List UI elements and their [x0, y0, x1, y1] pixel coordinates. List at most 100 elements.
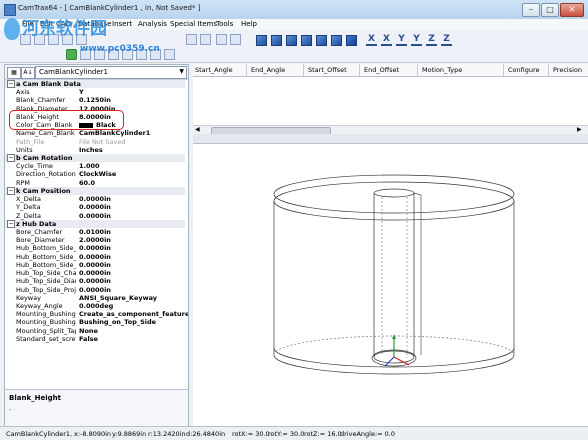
categorized-button[interactable]: ▦ — [7, 67, 21, 79]
settings-icon[interactable] — [230, 34, 241, 45]
column-configure[interactable]: Configure — [508, 66, 540, 74]
property-row[interactable]: Hub_Top_Side_Diame0.0000in — [5, 277, 185, 285]
segment-grid-body[interactable] — [193, 77, 588, 125]
axis-x-neg-icon[interactable]: X — [381, 34, 392, 46]
property-row[interactable]: Mounting_Split_TaperNone — [5, 327, 185, 335]
property-row[interactable]: Keyway ANSI_Square_Keyway — [5, 294, 185, 302]
minimize-button[interactable]: – — [522, 3, 540, 17]
property-row[interactable]: Z_Delta 0.0000in — [5, 212, 185, 220]
axis-y-neg-icon[interactable]: Y — [411, 34, 422, 46]
property-value[interactable]: 0.0000in — [79, 269, 111, 277]
axis-z-neg-icon[interactable]: Z — [441, 34, 452, 46]
property-value[interactable]: 0.0000in — [79, 212, 111, 220]
tool-icon[interactable] — [186, 34, 197, 45]
property-row[interactable]: Y_Delta 0.0000in — [5, 203, 185, 211]
property-row[interactable]: Cycle_Time 1.000 — [5, 162, 185, 170]
category-row[interactable]: − b Cam Rotation — [5, 153, 185, 163]
property-row[interactable]: Blank_Chamfer 0.1250in — [5, 96, 185, 104]
column-start-angle[interactable]: Start_Angle — [195, 66, 233, 74]
property-row[interactable]: Units Inches — [5, 146, 185, 154]
view-cube-icon[interactable] — [316, 35, 327, 46]
property-value[interactable]: Y — [79, 88, 84, 96]
menu-analysis[interactable]: Analysis — [138, 20, 167, 28]
property-value[interactable]: 0.0000in — [79, 253, 111, 261]
column-end-offset[interactable]: End_Offset — [364, 66, 399, 74]
property-value[interactable]: 1.000 — [79, 162, 100, 170]
view-cube-icon[interactable] — [271, 35, 282, 46]
property-value[interactable]: Bushing_on_Top_Side — [79, 318, 156, 326]
column-precision[interactable]: Precision — [553, 66, 582, 74]
property-value[interactable]: 0.0000in — [79, 286, 111, 294]
axis-x-icon[interactable]: X — [366, 34, 377, 46]
collapse-icon[interactable]: − — [7, 219, 15, 228]
property-row[interactable]: Hub_Bottom_Side_Ch0.0000in — [5, 244, 185, 252]
close-button[interactable]: ✕ — [560, 3, 584, 17]
menu-special-items[interactable]: Special Items — [170, 20, 217, 28]
property-row[interactable]: Hub_Bottom_Side_Dia0.0000in — [5, 253, 185, 261]
property-value[interactable]: 0.0100in — [79, 228, 111, 236]
tool-icon[interactable] — [164, 49, 175, 60]
view-cube-icon[interactable] — [331, 35, 342, 46]
axis-y-icon[interactable]: Y — [396, 34, 407, 46]
property-row[interactable]: Keyway_Angle 0.000deg — [5, 302, 185, 310]
property-value[interactable]: 0.1250in — [79, 96, 111, 104]
property-value[interactable]: 0.0000in — [79, 244, 111, 252]
property-row[interactable]: Bore_Diameter 2.0000in — [5, 236, 185, 244]
category-row[interactable]: − a Cam Blank Data — [5, 80, 185, 89]
menu-help[interactable]: Help — [241, 20, 257, 28]
property-value[interactable]: ClockWise — [79, 170, 116, 178]
property-row[interactable]: Hub_Bottom_Side_Pro0.0000in — [5, 261, 185, 269]
view-cube-icon[interactable] — [256, 35, 267, 46]
scroll-right-icon[interactable]: ▶ — [577, 126, 582, 133]
property-row[interactable]: Name_Cam_Blank CamBlankCylinder1 — [5, 129, 185, 137]
property-value[interactable]: 0.0000in — [79, 261, 111, 269]
list-icon[interactable] — [216, 34, 227, 45]
column-motion-type[interactable]: Motion_Type — [422, 66, 462, 74]
property-value[interactable]: File Not Saved — [79, 138, 125, 146]
property-row[interactable]: X_Delta 0.0000in — [5, 195, 185, 203]
property-row[interactable]: RPM 60.0 — [5, 179, 185, 187]
column-start-offset[interactable]: Start_Offset — [308, 66, 347, 74]
pane-splitter[interactable] — [193, 134, 588, 144]
property-value[interactable]: False — [79, 335, 98, 343]
maximize-button[interactable]: □ — [541, 3, 559, 17]
property-value[interactable]: None — [79, 327, 98, 335]
category-row[interactable]: − z Hub Data — [5, 219, 185, 228]
axis-z-icon[interactable]: Z — [426, 34, 437, 46]
view-cube-icon[interactable] — [301, 35, 312, 46]
collapse-icon[interactable]: − — [7, 153, 15, 162]
object-select[interactable]: CamBlankCylinder1 ▼ — [35, 66, 187, 79]
property-value[interactable]: 60.0 — [79, 179, 95, 187]
property-value[interactable]: 2.0000in — [79, 236, 111, 244]
property-row[interactable]: Hub_Top_Side_Cham0.0000in — [5, 269, 185, 277]
property-value[interactable]: Inches — [79, 146, 103, 154]
property-value[interactable]: 0.0000in — [79, 195, 111, 203]
iso-view-icon[interactable] — [346, 35, 357, 46]
category-row[interactable]: − k Cam Position — [5, 186, 185, 196]
property-value[interactable]: 0.0000in — [79, 277, 111, 285]
view-cube-icon[interactable] — [286, 35, 297, 46]
alphabetical-button[interactable]: A↓ — [21, 67, 35, 79]
property-row[interactable]: Bore_Chamfer 0.0100in — [5, 228, 185, 236]
property-row[interactable]: Axis Y — [5, 88, 185, 96]
column-end-angle[interactable]: End_Angle — [251, 66, 285, 74]
property-row[interactable]: Mounting_Bushing_MeCreate_as_component_f… — [5, 310, 188, 318]
property-row[interactable]: Path_File File Not Saved — [5, 138, 185, 146]
collapse-icon[interactable]: − — [7, 80, 15, 88]
property-value[interactable]: ANSI_Square_Keyway — [79, 294, 157, 302]
collapse-icon[interactable]: − — [7, 186, 15, 195]
property-value[interactable]: CamBlankCylinder1 — [79, 129, 150, 137]
cad-viewport[interactable] — [193, 144, 588, 426]
property-row[interactable]: Standard_set_screw False — [5, 335, 185, 343]
property-row[interactable]: Hub_Top_Side_Projec0.0000in — [5, 286, 185, 294]
property-value[interactable]: 0.0000in — [79, 203, 111, 211]
tool-icon[interactable] — [200, 34, 211, 45]
property-row[interactable]: Direction_Rotation ClockWise — [5, 170, 185, 178]
run-icon[interactable] — [66, 49, 77, 60]
property-value[interactable]: 0.000deg — [79, 302, 113, 310]
menu-tools[interactable]: Tools — [216, 20, 233, 28]
menu-insert[interactable]: Insert — [112, 20, 132, 28]
property-row[interactable]: Mounting_Bushing_SiBushing_on_Top_Side — [5, 318, 185, 326]
scroll-left-icon[interactable]: ◀ — [195, 126, 200, 133]
property-value[interactable]: Create_as_component_feature — [79, 310, 188, 318]
